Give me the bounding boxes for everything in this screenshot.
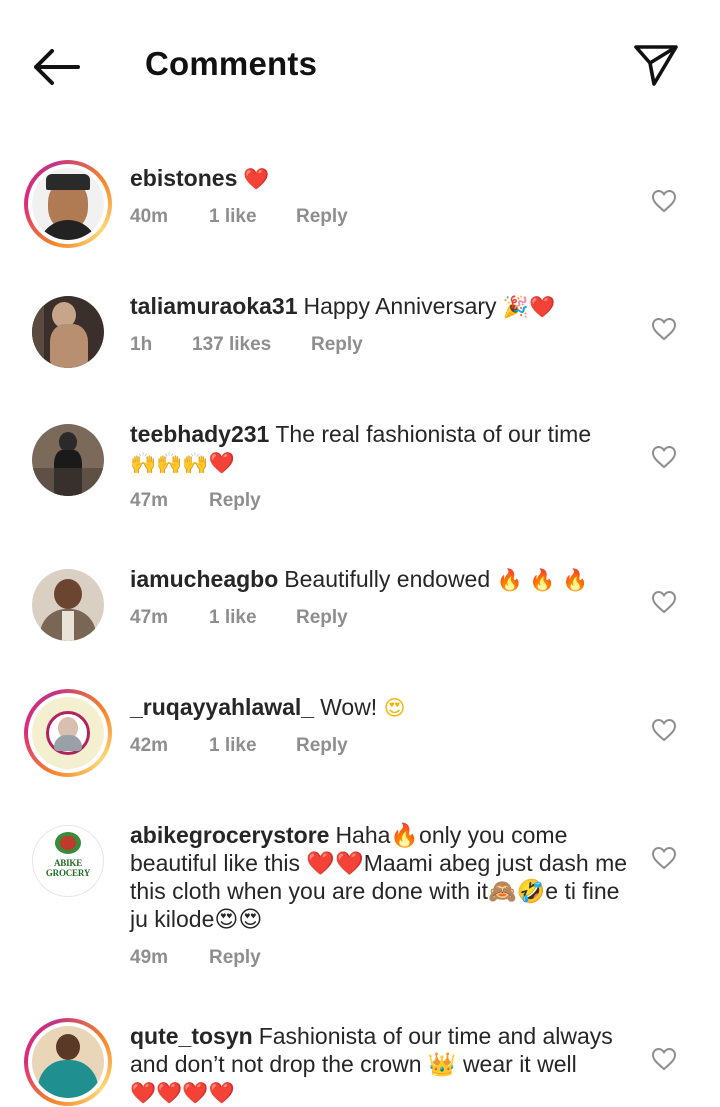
comment-username[interactable]: ebistones	[130, 165, 237, 191]
reply-button[interactable]: Reply	[296, 206, 348, 228]
comment-text: iamucheagbo Beautifully endowed 🔥 🔥 🔥	[130, 565, 630, 594]
comment-body: Wow!	[320, 694, 378, 720]
likes-count[interactable]: 1 like	[209, 735, 257, 757]
heart-outline-icon[interactable]	[651, 189, 677, 213]
comment-emoji: 😍	[383, 696, 406, 720]
arrow-left-icon[interactable]	[30, 46, 82, 88]
comment-emoji: ❤️	[243, 167, 270, 191]
story-ring	[24, 689, 112, 777]
avatar[interactable]	[24, 416, 112, 504]
reply-button[interactable]: Reply	[296, 607, 348, 629]
avatar[interactable]	[24, 561, 112, 649]
comment-text: teebhady231 The real fashionista of our t…	[130, 420, 630, 477]
avatar[interactable]: ABIKE GROCERY	[24, 817, 112, 905]
comment-text: ebistones ❤️	[130, 164, 630, 193]
avatar[interactable]	[24, 288, 112, 376]
comment-text: taliamuraoka31 Happy Anniversary 🎉❤️	[130, 292, 630, 321]
story-ring	[24, 160, 112, 248]
comment-text: qute_tosyn Fashionista of our time and al…	[130, 1022, 630, 1107]
comment-time: 47m	[130, 490, 169, 511]
paper-plane-icon[interactable]	[632, 42, 680, 88]
comment-body: Happy Anniversary	[303, 293, 497, 319]
likes-count[interactable]: 1 like	[209, 607, 257, 629]
comment-text: _ruqayyahlawal_ Wow! 😍	[130, 693, 630, 722]
avatar[interactable]	[24, 1018, 112, 1106]
comment-username[interactable]: iamucheagbo	[130, 566, 278, 592]
comment-body: The real fashionista of our time	[275, 421, 592, 447]
heart-outline-icon[interactable]	[651, 846, 677, 870]
comment-username[interactable]: teebhady231	[130, 421, 269, 447]
heart-outline-icon[interactable]	[651, 718, 677, 742]
reply-button[interactable]: Reply	[209, 490, 261, 512]
comment-time: 49m	[130, 947, 169, 968]
likes-count[interactable]: 1 like	[209, 206, 257, 228]
heart-outline-icon[interactable]	[651, 445, 677, 469]
heart-outline-icon[interactable]	[651, 590, 677, 614]
comment-username[interactable]: abikegrocerystore	[130, 822, 329, 848]
comment-emoji: 🔥 🔥 🔥	[496, 568, 589, 592]
avatar[interactable]	[24, 689, 112, 777]
avatar[interactable]	[24, 160, 112, 248]
heart-outline-icon[interactable]	[651, 317, 677, 341]
reply-button[interactable]: Reply	[311, 334, 363, 356]
comment-time: 40m	[130, 206, 169, 227]
comment-time: 47m	[130, 607, 169, 628]
comment-emoji: ❤️❤️❤️❤️	[130, 1081, 235, 1105]
comment-emoji: 🙌🙌🙌❤️	[130, 451, 235, 475]
header-bar: Comments	[0, 0, 720, 130]
likes-count[interactable]: 137 likes	[192, 334, 271, 356]
story-ring	[24, 1018, 112, 1106]
comment-time: 1h	[130, 334, 153, 355]
comment-emoji: 🎉❤️	[502, 295, 556, 319]
heart-outline-icon[interactable]	[651, 1047, 677, 1071]
comment-username[interactable]: _ruqayyahlawal_	[130, 694, 314, 720]
comment-username[interactable]: qute_tosyn	[130, 1023, 253, 1049]
reply-button[interactable]: Reply	[296, 735, 348, 757]
comment-text: abikegrocerystore Haha🔥only you come beau…	[130, 821, 630, 933]
comment-username[interactable]: taliamuraoka31	[130, 293, 297, 319]
comment-time: 42m	[130, 735, 169, 756]
page-title: Comments	[145, 45, 318, 82]
reply-button[interactable]: Reply	[209, 947, 261, 969]
avatar-logo-text: ABIKE GROCERY	[45, 858, 91, 878]
comment-body: Beautifully endowed	[284, 566, 491, 592]
